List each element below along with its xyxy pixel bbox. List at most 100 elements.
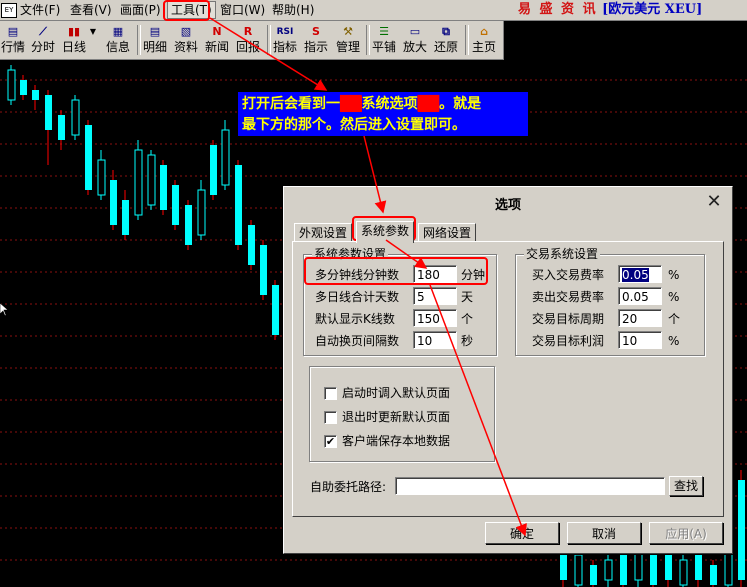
candle-body [134,149,143,216]
candle-body [695,550,702,580]
ok-button[interactable]: 确定 [485,522,559,544]
row-label: 多分钟线分钟数 [315,268,400,282]
toolbar-label: 日线 [62,40,87,54]
row-label: 交易目标利润 [532,334,605,348]
field-value: 180 [417,268,440,282]
candle-body [272,285,279,335]
toolbar-separator [465,25,469,55]
menu-file[interactable]: 文件(F) [20,2,60,18]
signal-icon: S [312,25,320,38]
field-value: 0.05 [622,268,649,282]
toolbar-label: 管理 [335,40,360,54]
toolbar-button-intraday[interactable]: ⟋ 分时 [31,23,55,57]
brand-title: 易 盛 资 讯 [欧元美元 XEU] [518,1,702,19]
toolbar-separator [267,25,271,55]
day-total-field[interactable]: 5 [413,287,457,305]
candle-body [260,245,267,295]
toolbar-button-quotes[interactable]: ▤ 行情 [1,23,25,57]
unit-label: 个 [668,312,681,326]
toolbar-dropdown[interactable]: ▼ [88,23,98,57]
checkbox-load-default[interactable] [324,387,337,400]
target-profit-field[interactable]: 10 [618,331,662,349]
startup-options-group: 启动时调入默认页面 退出时更新默认页面 ✔ 客户端保存本地数据 [309,366,495,462]
menu-help[interactable]: 帮助(H) [272,2,314,18]
restore-icon: ⧉ [442,25,450,38]
list-icon: ▤ [7,25,19,38]
toolbar-button-report[interactable]: R 回报 [236,23,260,57]
info-icon: ▦ [112,25,124,38]
candle-body [147,154,156,206]
candle-body [235,165,242,245]
toolbar-label: 指示 [304,40,329,54]
candle-body [560,555,567,580]
checkbox-label: 启动时调入默认页面 [342,386,451,400]
checkmark-icon: ✔ [325,435,336,448]
brand-symbol: [欧元美元 XEU] [602,2,703,17]
toolbar-label: 分时 [31,40,56,54]
document-icon: ▧ [180,25,192,38]
toolbar-button-news[interactable]: N 新闻 [205,23,229,57]
menu-screen[interactable]: 画面(P) [120,2,161,18]
sell-fee-field[interactable]: 0.05 [618,287,662,305]
field-value: 20 [622,312,638,326]
toolbar-button-info[interactable]: ▦ 信息 [106,23,130,57]
tab-network[interactable]: 网络设置 [418,223,477,242]
annotation-text: 打开后会看到一 [242,96,340,112]
toolbar: ▤ 行情 ⟋ 分时 ▮▮ 日线 ▼ ▦ 信息 ▤ 明细 ▧ 资料 N 新闻 R … [0,21,504,60]
checkbox-save-local[interactable]: ✔ [324,435,337,448]
candle-body [248,225,255,265]
toolbar-button-manage[interactable]: ⚒ 管理 [335,23,361,57]
group-title: 系统参数设置 [312,247,389,261]
field-value: 0.05 [622,290,649,304]
candle-body [604,559,613,581]
buy-fee-field[interactable]: 0.05 [618,265,662,283]
toolbar-label: 还原 [434,40,459,54]
home-icon: ⌂ [480,25,488,38]
candle-body [197,189,206,236]
menu-window[interactable]: 窗口(W) [220,2,265,18]
close-icon[interactable]: ✕ [704,192,724,212]
toolbar-button-indicator[interactable]: RSI 指标 [273,23,297,57]
kline-count-field[interactable]: 150 [413,309,457,327]
candle-body [20,80,27,95]
target-period-field[interactable]: 20 [618,309,662,327]
unit-label: 天 [461,290,474,304]
page-interval-field[interactable]: 10 [413,331,457,349]
candle-body [650,555,657,585]
news-icon: N [212,25,222,38]
row-label: 多日线合计天数 [315,290,400,304]
tab-panel-system: 系统参数设置 多分钟线分钟数 180 分钟 多日线合计天数 5 天 默认显示K线… [292,241,724,517]
toolbar-button-maximize[interactable]: ▭ 放大 [403,23,427,57]
minute-period-field[interactable]: 180 [413,265,457,283]
path-input[interactable] [395,477,665,495]
unit-label: % [668,290,680,304]
candle-body [738,480,745,580]
toolbar-button-home[interactable]: ⌂ 主页 [471,23,497,57]
toolbar-label: 回报 [236,40,261,54]
toolbar-label: 资料 [174,40,199,54]
candle-body [590,565,597,585]
browse-button[interactable]: 查找 [669,476,703,496]
checkbox-label: 退出时更新默认页面 [342,410,451,424]
field-value: 150 [417,312,440,326]
dialog-titlebar[interactable]: 选项 ✕ [286,189,730,215]
field-value: 5 [417,290,425,304]
apply-button[interactable]: 应用(A) [649,522,723,544]
unit-label: 分钟 [461,268,486,282]
tab-appearance[interactable]: 外观设置 [294,223,353,242]
checkbox-update-default[interactable] [324,411,337,424]
candle-icon: ▮▮ [67,25,81,38]
toolbar-button-restore[interactable]: ⧉ 还原 [434,23,458,57]
candle-body [110,180,117,225]
toolbar-button-detail[interactable]: ▤ 明细 [143,23,167,57]
tab-system-params[interactable]: 系统参数 [356,221,415,243]
cancel-button[interactable]: 取消 [567,522,641,544]
toolbar-button-signal[interactable]: S 指示 [304,23,328,57]
menu-view[interactable]: 查看(V) [70,2,112,18]
toolbar-button-tile[interactable]: ☰ 平铺 [372,23,396,57]
toolbar-label: 放大 [403,40,428,54]
unit-label: % [668,334,680,348]
menu-tools[interactable]: 工具(T) [167,1,216,19]
toolbar-button-data[interactable]: ▧ 资料 [174,23,198,57]
toolbar-button-daily[interactable]: ▮▮ 日线 [62,23,86,57]
